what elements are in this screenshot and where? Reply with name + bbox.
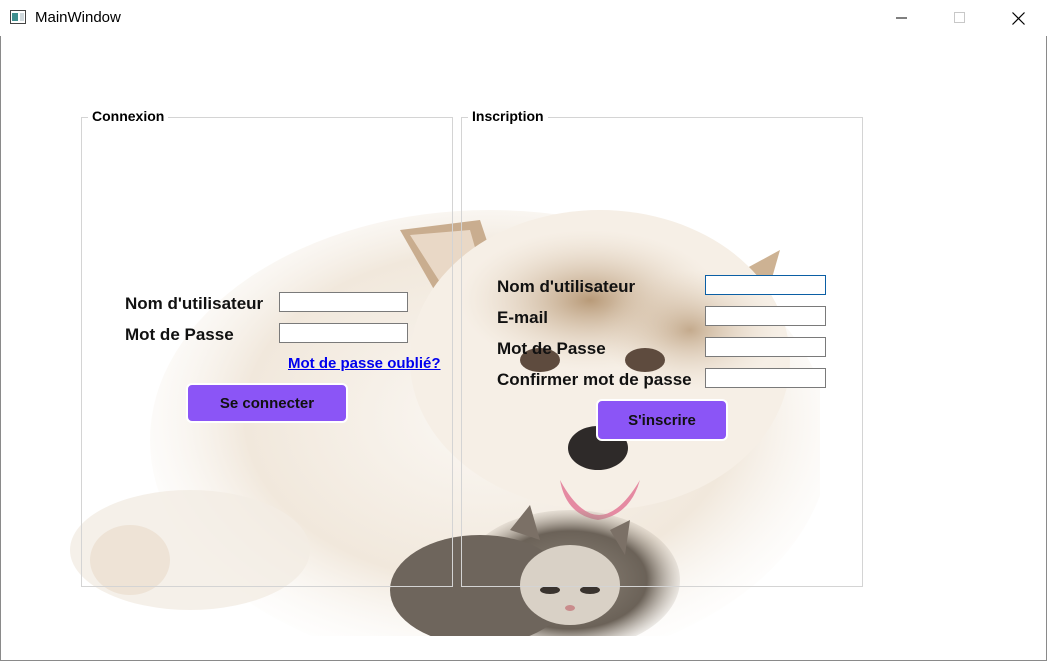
login-groupbox: Connexion [81,108,453,587]
close-button[interactable] [989,0,1047,36]
close-icon [1011,11,1025,25]
register-password-input[interactable] [705,337,826,357]
login-button[interactable]: Se connecter [186,383,348,423]
register-groupbox-title: Inscription [468,108,548,124]
login-password-input[interactable] [279,323,408,343]
register-password-label: Mot de Passe [497,339,606,358]
register-username-label: Nom d'utilisateur [497,277,636,296]
title-bar: MainWindow [0,0,1047,36]
register-confirm-label: Confirmer mot de passe [497,370,692,389]
register-username-input[interactable] [705,275,826,295]
window-title: MainWindow [35,9,121,26]
window-icon [10,10,26,24]
maximize-button[interactable] [931,0,989,36]
login-groupbox-title: Connexion [88,108,169,124]
register-email-input[interactable] [705,306,826,326]
register-email-label: E-mail [497,308,549,327]
register-confirm-input[interactable] [705,368,826,388]
login-username-label: Nom d'utilisateur [125,294,264,313]
login-password-label: Mot de Passe [125,325,234,344]
minimize-icon [896,17,907,19]
login-username-input[interactable] [279,292,408,312]
forgot-password-link[interactable]: Mot de passe oublié? [288,355,441,372]
register-button[interactable]: S'inscrire [596,399,728,441]
minimize-button[interactable] [873,0,931,36]
maximize-icon [954,12,965,23]
